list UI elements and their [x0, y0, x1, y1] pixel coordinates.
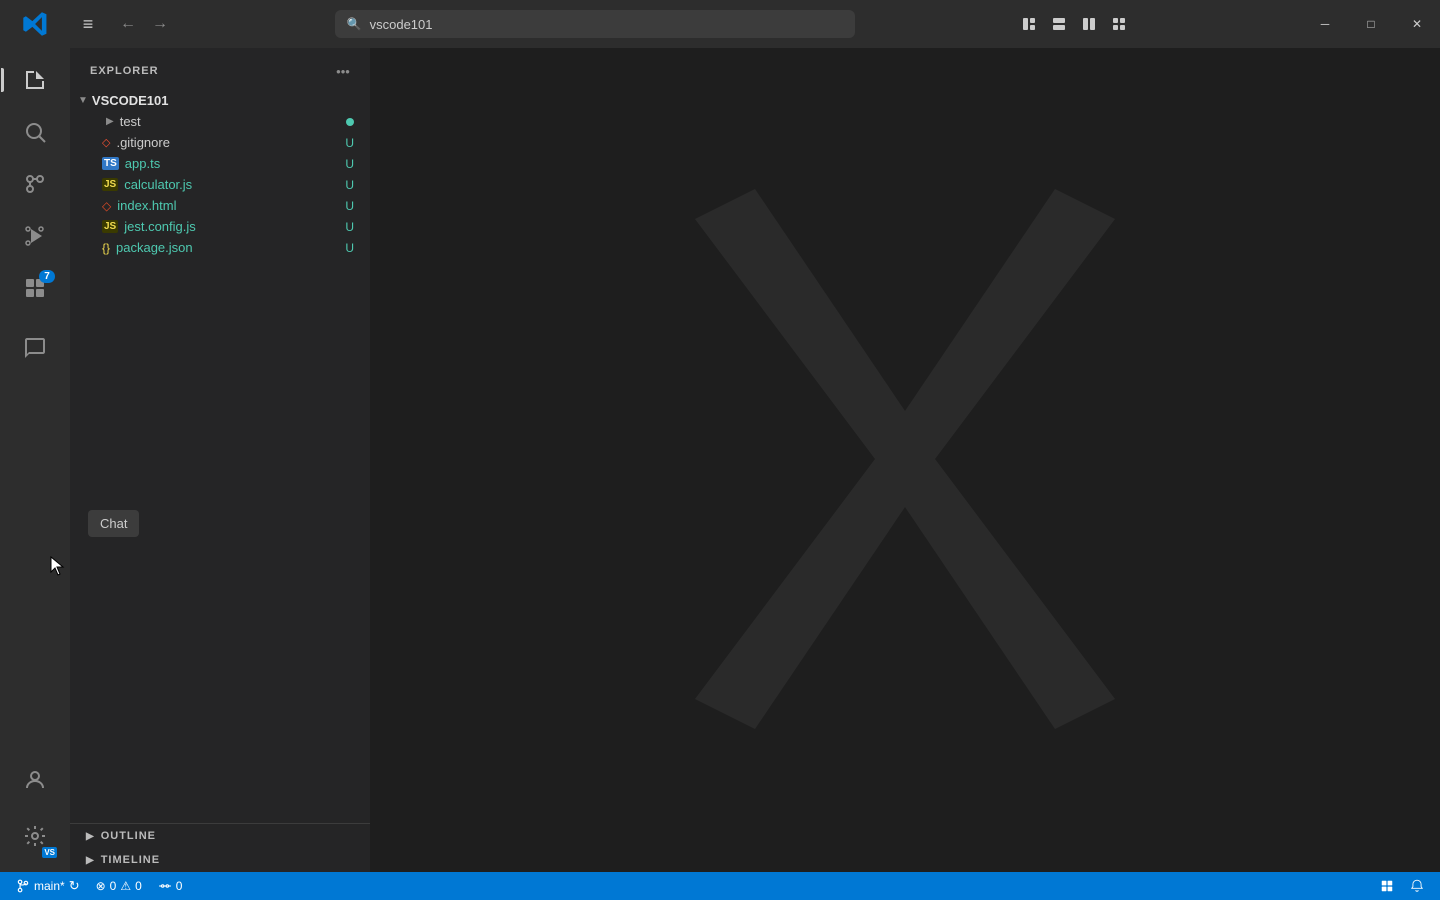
- gitignore-name: .gitignore: [116, 135, 169, 150]
- status-ports[interactable]: 0: [150, 872, 191, 900]
- outline-chevron-right-icon: ▶: [86, 831, 95, 842]
- file-item-jest-config[interactable]: JS jest.config.js U: [70, 216, 370, 237]
- sidebar-item-settings[interactable]: VS: [11, 812, 59, 860]
- activity-bar: 7 VS: [0, 48, 70, 872]
- layout-button-1[interactable]: [1015, 10, 1043, 38]
- warning-count: 0: [135, 879, 142, 893]
- file-item-calculator-js[interactable]: JS calculator.js U: [70, 174, 370, 195]
- file-item-gitignore[interactable]: ◇ .gitignore U: [70, 132, 370, 153]
- file-item-app-ts[interactable]: TS app.ts U: [70, 153, 370, 174]
- window-controls: ─ □ ✕: [1302, 0, 1440, 48]
- menu-button[interactable]: ≡: [70, 14, 106, 35]
- app-ts-status-badge: U: [345, 157, 354, 171]
- sidebar: EXPLORER ••• ▼ VSCODE101 ▶ test: [70, 48, 370, 872]
- gitignore-status-badge: U: [345, 136, 354, 150]
- timeline-label: TIMELINE: [101, 854, 160, 866]
- settings-vs-badge: VS: [42, 847, 57, 858]
- folder-chevron-right-icon: ▶: [106, 116, 114, 127]
- ports-icon: [158, 879, 172, 893]
- error-count: 0: [110, 879, 117, 893]
- js-file-icon-jest: JS: [102, 220, 118, 233]
- package-json-status-badge: U: [345, 241, 354, 255]
- html-file-icon: ◇: [102, 199, 111, 213]
- calculator-js-name: calculator.js: [124, 177, 192, 192]
- titlebar: ≡ ← → 🔍 vscode101: [0, 0, 1440, 48]
- root-folder-name: VSCODE101: [92, 93, 169, 108]
- calculator-js-status-badge: U: [345, 178, 354, 192]
- timeline-section[interactable]: ▶ TIMELINE: [70, 848, 370, 872]
- jest-config-name: jest.config.js: [124, 219, 196, 234]
- minimize-button[interactable]: ─: [1302, 0, 1348, 48]
- sync-icon: ↻: [69, 878, 80, 894]
- test-folder-name: test: [120, 114, 141, 129]
- sidebar-item-account[interactable]: [11, 756, 59, 804]
- warning-icon: ⚠: [120, 879, 131, 893]
- index-html-name: index.html: [117, 198, 176, 213]
- status-errors[interactable]: ⊗ 0 ⚠ 0: [88, 872, 150, 900]
- layout-button-3[interactable]: [1075, 10, 1103, 38]
- customize-layout-button[interactable]: [1105, 10, 1133, 38]
- file-item-test[interactable]: ▶ test: [70, 111, 370, 132]
- jest-config-status-badge: U: [345, 220, 354, 234]
- status-extensions-icon[interactable]: [1372, 879, 1402, 893]
- sidebar-title: EXPLORER: [90, 65, 159, 77]
- git-file-icon: ◇: [102, 136, 110, 149]
- bell-icon: [1410, 879, 1424, 893]
- sidebar-more-button[interactable]: •••: [332, 60, 354, 82]
- sidebar-bottom: ▶ OUTLINE ▶ TIMELINE: [70, 823, 370, 872]
- package-json-name: package.json: [116, 240, 193, 255]
- timeline-chevron-right-icon: ▶: [86, 855, 95, 866]
- app-ts-name: app.ts: [125, 156, 160, 171]
- sidebar-header-actions: •••: [332, 60, 354, 82]
- status-branch[interactable]: main* ↻: [8, 872, 88, 900]
- titlebar-actions: [1015, 10, 1133, 38]
- file-item-index-html[interactable]: ◇ index.html U: [70, 195, 370, 216]
- file-tree: ▼ VSCODE101 ▶ test ◇ .gitignore U: [70, 90, 370, 823]
- activity-bar-bottom: VS: [11, 756, 59, 864]
- sidebar-header: EXPLORER •••: [70, 48, 370, 90]
- back-button[interactable]: ←: [114, 10, 142, 38]
- statusbar-right: [1372, 879, 1432, 893]
- js-file-icon-calc: JS: [102, 178, 118, 191]
- layout-button-2[interactable]: [1045, 10, 1073, 38]
- json-file-icon: {}: [102, 241, 110, 255]
- extensions-status-icon: [1380, 879, 1394, 893]
- extensions-badge: 7: [39, 270, 55, 283]
- outline-label: OUTLINE: [101, 830, 156, 842]
- search-text: vscode101: [370, 17, 843, 32]
- statusbar: main* ↻ ⊗ 0 ⚠ 0 0: [0, 872, 1440, 900]
- status-bell[interactable]: [1402, 879, 1432, 893]
- sidebar-item-source-control[interactable]: [11, 160, 59, 208]
- sidebar-item-explorer[interactable]: [11, 56, 59, 104]
- nav-buttons: ← →: [114, 10, 174, 38]
- git-branch-icon: [16, 879, 30, 893]
- file-item-package-json[interactable]: {} package.json U: [70, 237, 370, 258]
- test-modified-badge: [346, 118, 354, 126]
- main-layout: 7 VS: [0, 48, 1440, 872]
- sidebar-item-search[interactable]: [11, 108, 59, 156]
- search-bar[interactable]: 🔍 vscode101: [335, 10, 855, 38]
- outline-section[interactable]: ▶ OUTLINE: [70, 824, 370, 848]
- vscode-watermark: [605, 159, 1205, 762]
- editor-area: [370, 48, 1440, 872]
- forward-button[interactable]: →: [146, 10, 174, 38]
- search-icon: 🔍: [347, 17, 362, 31]
- branch-name: main*: [34, 879, 65, 893]
- error-icon: ⊗: [96, 879, 106, 893]
- maximize-button[interactable]: □: [1348, 0, 1394, 48]
- ts-file-icon: TS: [102, 157, 119, 170]
- sidebar-item-chat[interactable]: [11, 324, 59, 372]
- ports-count: 0: [176, 879, 183, 893]
- app-logo: [0, 10, 70, 38]
- root-folder[interactable]: ▼ VSCODE101: [70, 90, 370, 111]
- sidebar-item-run-debug[interactable]: [11, 212, 59, 260]
- close-button[interactable]: ✕: [1394, 0, 1440, 48]
- sidebar-item-extensions[interactable]: 7: [11, 264, 59, 312]
- folder-chevron-down-icon: ▼: [78, 95, 88, 106]
- index-html-status-badge: U: [345, 199, 354, 213]
